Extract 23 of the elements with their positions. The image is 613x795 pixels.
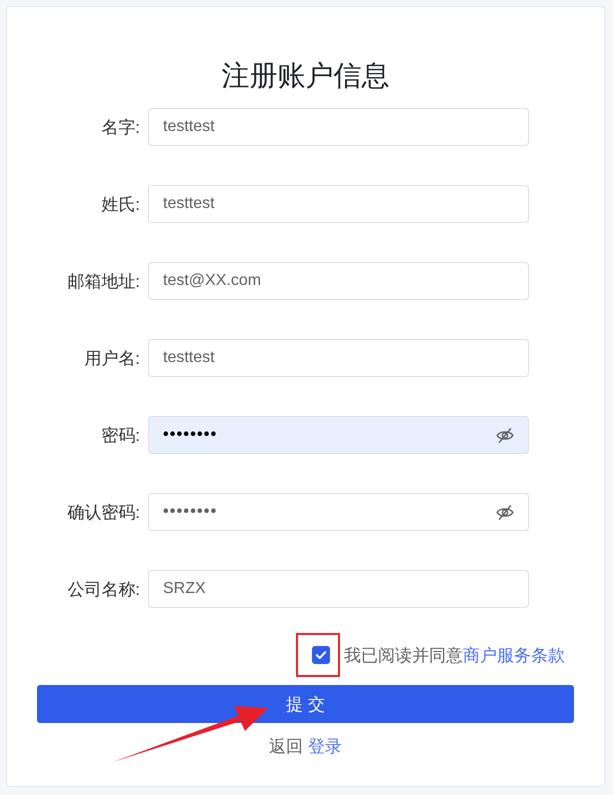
back-text: 返回 <box>269 736 303 758</box>
field-label: 用户名: <box>84 348 140 370</box>
field-label: 密码: <box>101 424 140 446</box>
form-title: 注册账户信息 <box>222 59 390 93</box>
agreement-text: 我已阅读并同意商户服务条款 <box>344 644 565 666</box>
eye-slash-icon[interactable] <box>496 505 514 520</box>
field-label: 邮箱地址: <box>67 270 140 292</box>
terms-link[interactable]: 商户服务条款 <box>463 646 565 664</box>
input-field[interactable]: testtest <box>148 108 529 146</box>
field-label: 名字: <box>101 116 140 138</box>
submit-button[interactable]: 提 交 <box>37 685 574 723</box>
checkbox[interactable] <box>312 646 330 664</box>
password-field[interactable]: •••••••• <box>148 493 529 531</box>
eye-slash-icon[interactable] <box>496 428 514 443</box>
input-field[interactable]: testtest <box>148 339 529 377</box>
field-label: 确认密码: <box>67 502 140 524</box>
input-field[interactable]: test@XX.com <box>148 262 529 300</box>
field-label: 姓氏: <box>101 194 140 216</box>
input-field[interactable]: testtest <box>148 185 529 223</box>
input-field[interactable]: SRZX <box>148 570 529 608</box>
password-field[interactable]: •••••••• <box>148 416 529 454</box>
field-label: 公司名称: <box>67 578 140 600</box>
login-link[interactable]: 登录 <box>308 735 342 759</box>
